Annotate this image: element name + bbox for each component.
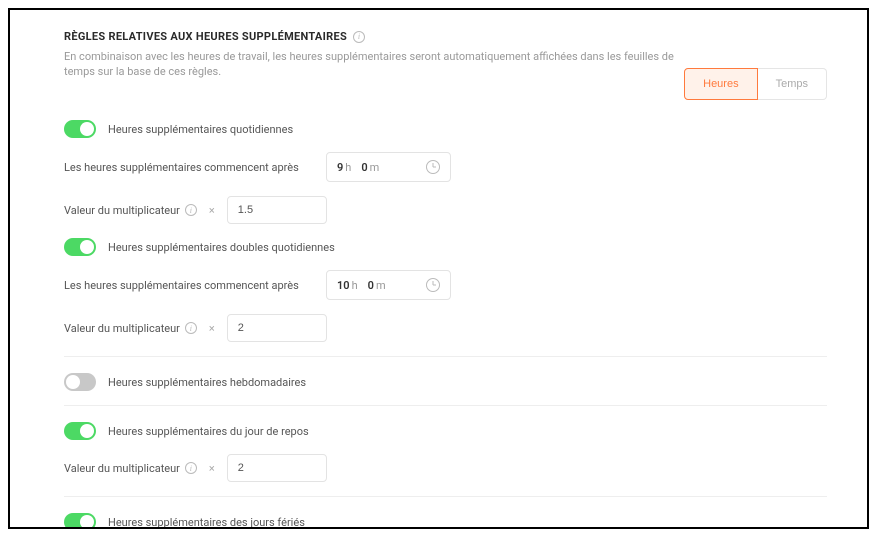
toggle-label-holiday: Heures supplémentaires des jours fériés xyxy=(108,516,305,529)
section-holiday-overtime: Heures supplémentaires des jours fériés … xyxy=(64,513,827,529)
start-after-row-daily: Les heures supplémentaires commencent ap… xyxy=(64,152,827,182)
multiplier-row-double-daily: Valeur du multiplicateur i × xyxy=(64,314,827,342)
minutes-value: 0 xyxy=(368,279,374,292)
info-icon[interactable]: i xyxy=(185,462,197,474)
multiplier-input-double-daily[interactable] xyxy=(227,314,327,342)
divider xyxy=(64,496,827,497)
toggle-row-rest-day: Heures supplémentaires du jour de repos xyxy=(64,422,827,440)
toggle-double-daily-overtime[interactable] xyxy=(64,238,96,256)
hours-unit: h xyxy=(352,279,358,292)
divider xyxy=(64,356,827,357)
header-left: RÈGLES RELATIVES AUX HEURES SUPPLÉMENTAI… xyxy=(64,30,684,80)
toggle-holiday-overtime[interactable] xyxy=(64,513,96,529)
header-row: RÈGLES RELATIVES AUX HEURES SUPPLÉMENTAI… xyxy=(64,30,827,100)
clock-icon xyxy=(426,160,440,174)
section-subtitle: En combinaison avec les heures de travai… xyxy=(64,49,684,80)
toggle-label-rest-day: Heures supplémentaires du jour de repos xyxy=(108,425,309,438)
minutes-unit: m xyxy=(376,279,386,292)
toggle-rest-day-overtime[interactable] xyxy=(64,422,96,440)
segmented-control: Heures Temps xyxy=(684,68,827,100)
multiplier-row-daily: Valeur du multiplicateur i × xyxy=(64,196,827,224)
time-input-double-daily[interactable]: 10 h 0 m xyxy=(326,270,451,300)
toggle-label-weekly: Heures supplémentaires hebdomadaires xyxy=(108,376,306,389)
title-row: RÈGLES RELATIVES AUX HEURES SUPPLÉMENTAI… xyxy=(64,30,684,43)
toggle-weekly-overtime[interactable] xyxy=(64,373,96,391)
hours-value: 9 xyxy=(337,161,343,174)
toggle-row-holiday: Heures supplémentaires des jours fériés xyxy=(64,513,827,529)
toggle-row-double-daily: Heures supplémentaires doubles quotidien… xyxy=(64,238,827,256)
start-after-label: Les heures supplémentaires commencent ap… xyxy=(64,279,314,292)
hours-unit: h xyxy=(345,161,351,174)
toggle-label-daily: Heures supplémentaires quotidiennes xyxy=(108,123,293,136)
multiplier-row-rest-day: Valeur du multiplicateur i × xyxy=(64,454,827,482)
multiplier-input-rest-day[interactable] xyxy=(227,454,327,482)
section-rest-day-overtime: Heures supplémentaires du jour de repos … xyxy=(64,422,827,482)
section-double-daily-overtime: Heures supplémentaires doubles quotidien… xyxy=(64,238,827,342)
section-daily-overtime: Heures supplémentaires quotidiennes Les … xyxy=(64,120,827,224)
clock-icon xyxy=(426,278,440,292)
multiplier-label: Valeur du multiplicateur i xyxy=(64,204,197,217)
times-symbol: × xyxy=(209,204,215,217)
divider xyxy=(64,405,827,406)
toggle-row-weekly: Heures supplémentaires hebdomadaires xyxy=(64,373,827,391)
minutes-value: 0 xyxy=(361,161,367,174)
times-symbol: × xyxy=(209,322,215,335)
toggle-label-double-daily: Heures supplémentaires doubles quotidien… xyxy=(108,241,335,254)
settings-panel: RÈGLES RELATIVES AUX HEURES SUPPLÉMENTAI… xyxy=(8,8,869,529)
multiplier-label: Valeur du multiplicateur i xyxy=(64,462,197,475)
info-icon[interactable]: i xyxy=(185,322,197,334)
info-icon[interactable]: i xyxy=(353,31,365,43)
segment-temps[interactable]: Temps xyxy=(758,68,827,100)
multiplier-input-daily[interactable] xyxy=(227,196,327,224)
toggle-daily-overtime[interactable] xyxy=(64,120,96,138)
info-icon[interactable]: i xyxy=(185,204,197,216)
time-input-daily[interactable]: 9 h 0 m xyxy=(326,152,451,182)
section-weekly-overtime: Heures supplémentaires hebdomadaires xyxy=(64,373,827,391)
segment-heures[interactable]: Heures xyxy=(684,68,757,100)
start-after-label: Les heures supplémentaires commencent ap… xyxy=(64,161,314,174)
minutes-unit: m xyxy=(370,161,380,174)
times-symbol: × xyxy=(209,462,215,475)
multiplier-label: Valeur du multiplicateur i xyxy=(64,322,197,335)
section-title: RÈGLES RELATIVES AUX HEURES SUPPLÉMENTAI… xyxy=(64,30,347,43)
hours-value: 10 xyxy=(337,279,350,292)
toggle-row-daily: Heures supplémentaires quotidiennes xyxy=(64,120,827,138)
start-after-row-double-daily: Les heures supplémentaires commencent ap… xyxy=(64,270,827,300)
